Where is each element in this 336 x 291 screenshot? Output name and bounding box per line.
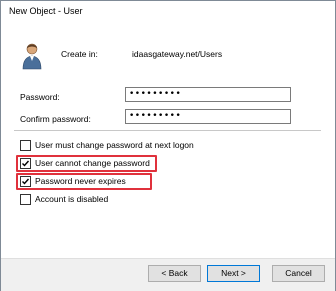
checkbox-unchecked[interactable] xyxy=(20,140,31,151)
checkbox-checked[interactable] xyxy=(20,158,31,169)
password-label: Password: xyxy=(20,92,60,102)
title-bar: New Object - User xyxy=(1,1,335,22)
back-button[interactable]: < Back xyxy=(148,265,201,282)
cancel-button[interactable]: Cancel xyxy=(272,265,325,282)
dialog-content: Create in: idaasgateway.net/Users Passwo… xyxy=(1,22,335,258)
new-user-dialog: New Object - User Create in: idaasgatewa… xyxy=(0,0,336,291)
password-field[interactable]: ••••••••• xyxy=(125,87,291,102)
next-button[interactable]: Next > xyxy=(207,265,260,282)
confirm-password-label: Confirm password: xyxy=(20,114,91,124)
option-label: User cannot change password xyxy=(35,158,150,168)
option-label: Account is disabled xyxy=(35,194,109,204)
option-label: User must change password at next logon xyxy=(35,140,194,150)
checkbox-checked[interactable] xyxy=(20,176,31,187)
checkmark-icon xyxy=(22,178,30,185)
create-in-path: idaasgateway.net/Users xyxy=(132,49,223,59)
user-icon xyxy=(22,43,42,70)
create-in-label: Create in: xyxy=(61,49,98,59)
separator xyxy=(14,130,321,131)
button-bar: < Back Next > Cancel xyxy=(1,258,335,291)
checkbox-unchecked[interactable] xyxy=(20,194,31,205)
confirm-password-field[interactable]: ••••••••• xyxy=(125,109,291,124)
checkmark-icon xyxy=(22,160,30,167)
option-label: Password never expires xyxy=(35,176,126,186)
window-title: New Object - User xyxy=(9,6,83,16)
